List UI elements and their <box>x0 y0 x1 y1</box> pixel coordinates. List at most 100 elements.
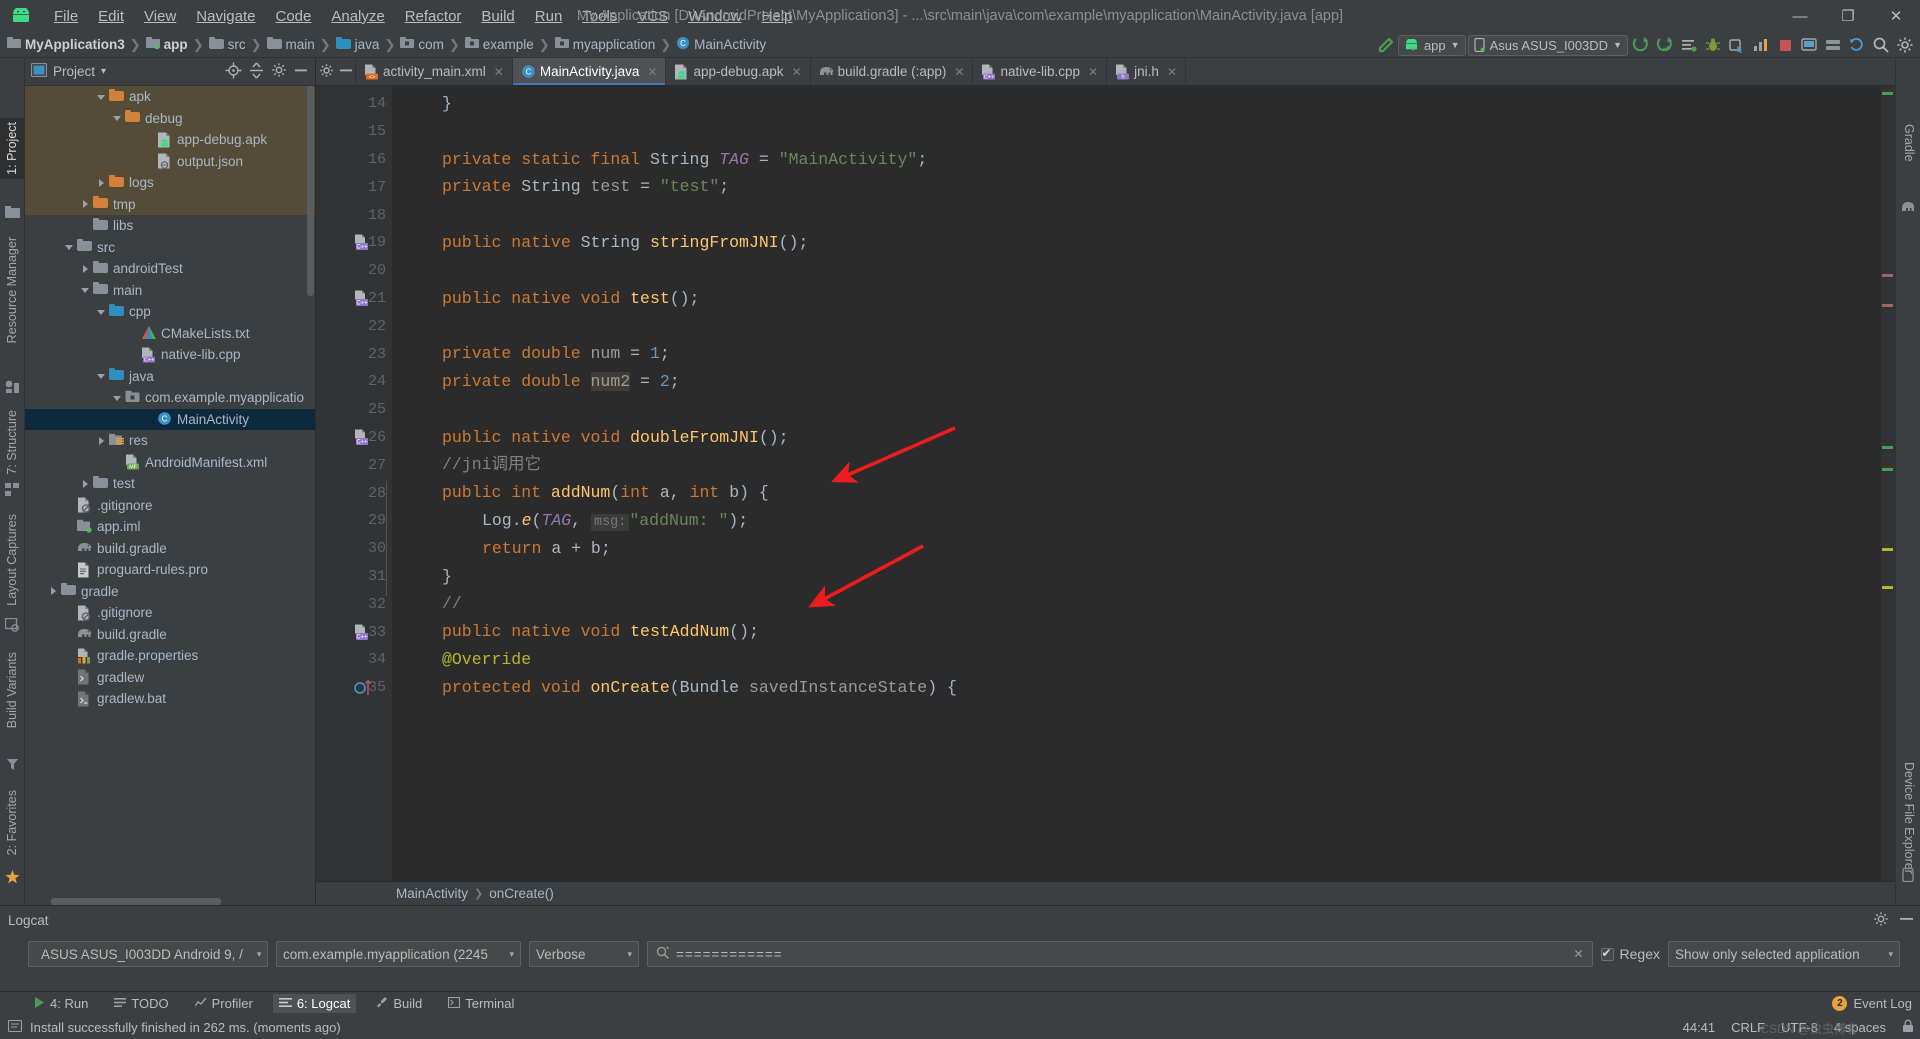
breadcrumb-main[interactable]: main <box>264 37 318 52</box>
tree-row[interactable]: .gitignore <box>25 602 315 624</box>
gutter-line[interactable]: 16 <box>316 146 392 174</box>
sidebar-item-layout-captures[interactable]: Layout Captures <box>0 510 25 610</box>
menu-file[interactable]: File <box>44 5 88 28</box>
tree-row[interactable]: build.gradle <box>25 538 315 560</box>
editor-tab[interactable]: C MainActivity.java ✕ <box>512 58 667 85</box>
maximize-button[interactable]: ❐ <box>1824 0 1872 32</box>
caret-position[interactable]: 44:41 <box>1683 1020 1716 1035</box>
event-log-button[interactable]: 2 Event Log <box>1832 996 1912 1011</box>
tree-row[interactable]: MF AndroidManifest.xml <box>25 452 315 474</box>
chevron-down-icon[interactable] <box>95 306 107 318</box>
sdk-manager-icon[interactable] <box>1822 34 1844 56</box>
chevron-down-icon[interactable] <box>63 241 75 253</box>
tree-row[interactable]: test <box>25 473 315 495</box>
tree-row[interactable]: libs <box>25 215 315 237</box>
close-icon[interactable]: ✕ <box>792 65 802 79</box>
sidebar-item-favorites[interactable]: 2: Favorites <box>0 786 25 859</box>
menu-edit[interactable]: Edit <box>88 5 134 28</box>
chevron-down-icon[interactable] <box>111 112 123 124</box>
menu-analyze[interactable]: Analyze <box>321 5 394 28</box>
breadcrumb-mainactivity[interactable]: C MainActivity <box>673 36 769 53</box>
editor-tab[interactable]: app-debug.apk ✕ <box>666 58 811 85</box>
logcat-search-input[interactable]: ============ ✕ <box>647 941 1593 967</box>
chevron-down-icon[interactable] <box>79 284 91 296</box>
minimize-button[interactable]: — <box>1776 0 1824 32</box>
project-tree[interactable]: apk debug app-debug.apk output.json logs tmp l… <box>25 86 315 905</box>
chevron-right-icon[interactable] <box>95 177 107 189</box>
chevron-down-icon[interactable] <box>111 392 123 404</box>
close-icon[interactable]: ✕ <box>647 65 657 79</box>
menu-code[interactable]: Code <box>265 5 321 28</box>
logcat-regex-toggle[interactable]: Regex <box>1600 946 1660 962</box>
native-method-marker-icon[interactable]: C++ <box>354 624 371 641</box>
minimize-icon[interactable] <box>1899 911 1914 929</box>
project-horizontal-scrollbar[interactable] <box>51 898 221 905</box>
breadcrumb-example[interactable]: example <box>462 37 537 52</box>
gutter-line[interactable]: 32 <box>316 590 392 618</box>
sidebar-item-resource-manager[interactable]: Resource Manager <box>0 233 25 347</box>
close-icon[interactable]: ✕ <box>954 65 964 79</box>
breadcrumb-method[interactable]: onCreate() <box>489 886 554 901</box>
editor-tab[interactable]: h jni.h ✕ <box>1107 58 1186 85</box>
gutter-line[interactable]: 25 <box>316 396 392 424</box>
gear-icon[interactable] <box>319 63 334 81</box>
gutter-line[interactable]: 28 <box>316 479 412 507</box>
debug-icon[interactable] <box>1702 34 1724 56</box>
chevron-down-icon[interactable] <box>95 370 107 382</box>
tree-row[interactable]: build.gradle <box>25 624 315 646</box>
editor-marker-strip[interactable] <box>1881 86 1895 881</box>
breadcrumb-java[interactable]: java <box>333 37 383 52</box>
menu-refactor[interactable]: Refactor <box>395 5 472 28</box>
chevron-down-icon[interactable]: ▾ <box>101 66 106 77</box>
bottom-tab-build[interactable]: Build <box>370 994 428 1013</box>
chevron-down-icon[interactable] <box>95 91 107 103</box>
regex-checkbox[interactable] <box>1600 946 1614 961</box>
gutter-line[interactable]: 31 <box>316 563 412 591</box>
tree-row[interactable]: java <box>25 366 315 388</box>
editor-gutter[interactable]: 14 15 16 17 18 C++ 19 20 C++ 21 22 23 24 25 C++ 26 27 28 2… <box>316 86 412 881</box>
make-project-icon[interactable] <box>1374 34 1396 56</box>
logcat-toolbar-icon[interactable] <box>1678 34 1700 56</box>
override-method-marker-icon[interactable] <box>354 679 372 696</box>
tree-row[interactable]: app.iml <box>25 516 315 538</box>
code-content[interactable]: } private static final String TAG = "Mai… <box>392 86 1881 881</box>
tree-row[interactable]: debug <box>25 107 315 129</box>
breadcrumb-class[interactable]: MainActivity <box>396 886 468 901</box>
sidebar-item-device-file-explorer[interactable]: Device File Explorer <box>1896 758 1920 878</box>
tree-row[interactable]: main <box>25 280 315 302</box>
avd-manager-icon[interactable] <box>1798 34 1820 56</box>
stop-icon[interactable] <box>1774 34 1796 56</box>
tree-row[interactable]: C++ native-lib.cpp <box>25 344 315 366</box>
sync-gradle-icon[interactable] <box>1846 34 1868 56</box>
tree-row[interactable]: gradle <box>25 581 315 603</box>
sidebar-item-build-variants[interactable]: Build Variants <box>0 648 25 732</box>
chevron-right-icon[interactable] <box>79 198 91 210</box>
tree-row[interactable]: com.example.myapplicatio <box>25 387 315 409</box>
breadcrumb-myapplication3[interactable]: MyApplication3 <box>4 37 128 52</box>
gutter-line[interactable]: 29 <box>316 507 392 535</box>
bottom-tab-todo[interactable]: TODO <box>108 994 174 1013</box>
tree-row[interactable]: app-debug.apk <box>25 129 315 151</box>
tree-row[interactable]: CMakeLists.txt <box>25 323 315 345</box>
native-method-marker-icon[interactable]: C++ <box>354 290 371 307</box>
breadcrumb-src[interactable]: src <box>206 37 249 52</box>
gutter-line[interactable]: 18 <box>316 201 392 229</box>
breadcrumb-com[interactable]: com <box>397 37 447 52</box>
tree-row[interactable]: src <box>25 237 315 259</box>
menu-navigate[interactable]: Navigate <box>186 5 265 28</box>
project-vertical-scrollbar[interactable] <box>307 86 314 296</box>
close-button[interactable]: ✕ <box>1872 0 1920 32</box>
gutter-line[interactable]: 30 <box>316 535 392 563</box>
logcat-filter-selector[interactable]: Show only selected application ▾ <box>1668 941 1900 967</box>
editor-tab[interactable]: build.gradle (:app) ✕ <box>811 58 974 85</box>
logcat-process-selector[interactable]: com.example.myapplication (2245 ▾ <box>276 941 521 967</box>
gutter-line[interactable]: 15 <box>316 118 392 146</box>
settings-icon[interactable] <box>1894 34 1916 56</box>
collapse-all-icon[interactable] <box>248 62 265 82</box>
gutter-line[interactable]: 27 <box>316 451 392 479</box>
editor-tab[interactable]: C++ native-lib.cpp ✕ <box>973 58 1108 85</box>
run-configuration-selector[interactable]: app ▼ <box>1397 34 1466 56</box>
gutter-line[interactable]: 23 <box>316 340 392 368</box>
chevron-right-icon[interactable] <box>79 478 91 490</box>
tree-row[interactable]: .gitignore <box>25 495 315 517</box>
